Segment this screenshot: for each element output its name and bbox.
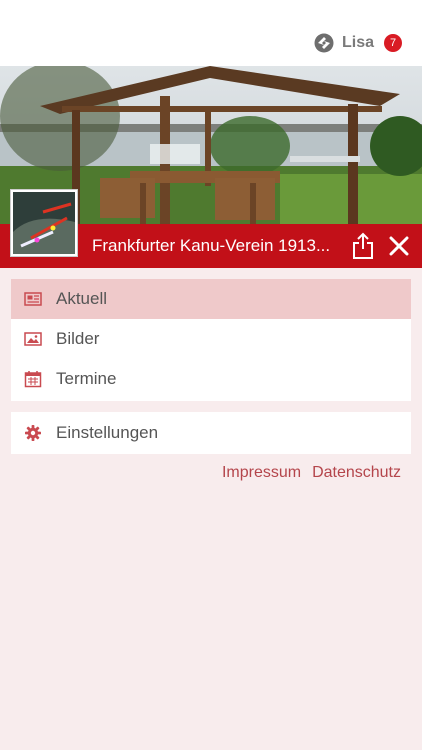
menu-item-einstellungen[interactable]: Einstellungen — [11, 412, 411, 454]
menu-item-label: Aktuell — [56, 289, 108, 308]
club-avatar — [10, 189, 78, 257]
user-name: Lisa — [341, 34, 374, 51]
image-icon — [24, 332, 42, 346]
datenschutz-link[interactable]: Datenschutz — [312, 464, 401, 482]
menu-item-label: Bilder — [56, 329, 100, 348]
menu-item-termine[interactable]: Termine — [11, 359, 411, 399]
menu-item-aktuell[interactable]: Aktuell — [11, 279, 411, 319]
calendar-icon — [24, 371, 42, 388]
share-icon[interactable] — [350, 232, 376, 260]
gear-icon — [25, 425, 41, 441]
newspaper-icon — [24, 292, 42, 306]
close-icon[interactable] — [388, 235, 410, 257]
notification-badge[interactable]: 7 — [384, 34, 402, 52]
settings-menu: Einstellungen — [11, 412, 411, 454]
navigation-menu: Aktuell Bilder Termine — [11, 279, 411, 401]
menu-item-label: Einstellungen — [56, 423, 159, 442]
club-name: Frankfurter Kanu-Verein 1913... — [92, 236, 331, 255]
user-menu[interactable]: Lisa 7 — [314, 33, 402, 53]
top-bar: Lisa 7 — [0, 0, 422, 66]
club-logo-image — [13, 192, 75, 254]
menu-item-bilder[interactable]: Bilder — [11, 319, 411, 359]
menu-item-label: Termine — [56, 369, 117, 388]
footer-links: Impressum Datenschutz — [222, 464, 401, 482]
impressum-link[interactable]: Impressum — [222, 464, 301, 482]
app-logo-icon — [314, 33, 334, 53]
